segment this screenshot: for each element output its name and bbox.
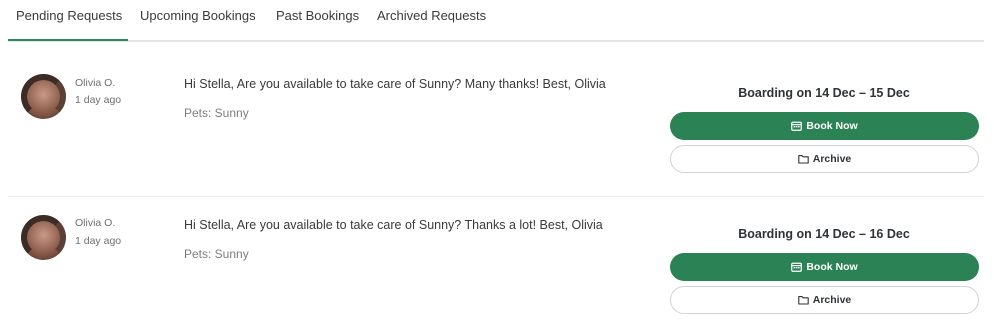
owner-avatar[interactable] — [21, 74, 66, 119]
tab-past-bookings[interactable]: Past Bookings — [276, 0, 359, 42]
book-now-label: Book Now — [806, 120, 858, 132]
booking-dates: Boarding on 14 Dec – 15 Dec — [738, 86, 910, 100]
request-time: 1 day ago — [75, 235, 122, 247]
request-pets: Pets: Sunny — [184, 106, 249, 120]
book-now-button[interactable]: Book Now — [670, 112, 979, 140]
book-now-label: Book Now — [806, 261, 858, 273]
archive-label: Archive — [812, 294, 852, 306]
request-pets: Pets: Sunny — [184, 247, 249, 261]
bookings-page: Pending Requests Upcoming Bookings Past … — [0, 0, 994, 331]
active-tab-indicator — [8, 39, 128, 41]
folder-icon — [797, 154, 809, 164]
booking-dates: Boarding on 14 Dec – 16 Dec — [738, 227, 910, 241]
request-message[interactable]: Hi Stella, Are you available to take car… — [184, 77, 606, 91]
tab-pending-requests[interactable]: Pending Requests — [16, 0, 122, 42]
request-row: Olivia O. 1 day ago Hi Stella, Are you a… — [8, 42, 984, 197]
booking-tabs: Pending Requests Upcoming Bookings Past … — [8, 0, 984, 42]
book-now-button[interactable]: Book Now — [670, 253, 979, 281]
tab-archived-requests[interactable]: Archived Requests — [377, 0, 486, 42]
tab-upcoming-bookings[interactable]: Upcoming Bookings — [140, 0, 256, 42]
request-time: 1 day ago — [75, 94, 122, 106]
request-message[interactable]: Hi Stella, Are you available to take car… — [184, 218, 603, 232]
owner-name[interactable]: Olivia O. — [75, 217, 115, 229]
calendar-icon — [791, 121, 803, 131]
archive-label: Archive — [812, 153, 852, 165]
calendar-icon — [791, 262, 803, 272]
archive-button[interactable]: Archive — [670, 145, 979, 173]
archive-button[interactable]: Archive — [670, 286, 979, 314]
folder-icon — [797, 295, 809, 305]
owner-name[interactable]: Olivia O. — [75, 77, 115, 89]
owner-avatar[interactable] — [21, 215, 66, 260]
request-row: Olivia O. 1 day ago Hi Stella, Are you a… — [8, 197, 984, 331]
